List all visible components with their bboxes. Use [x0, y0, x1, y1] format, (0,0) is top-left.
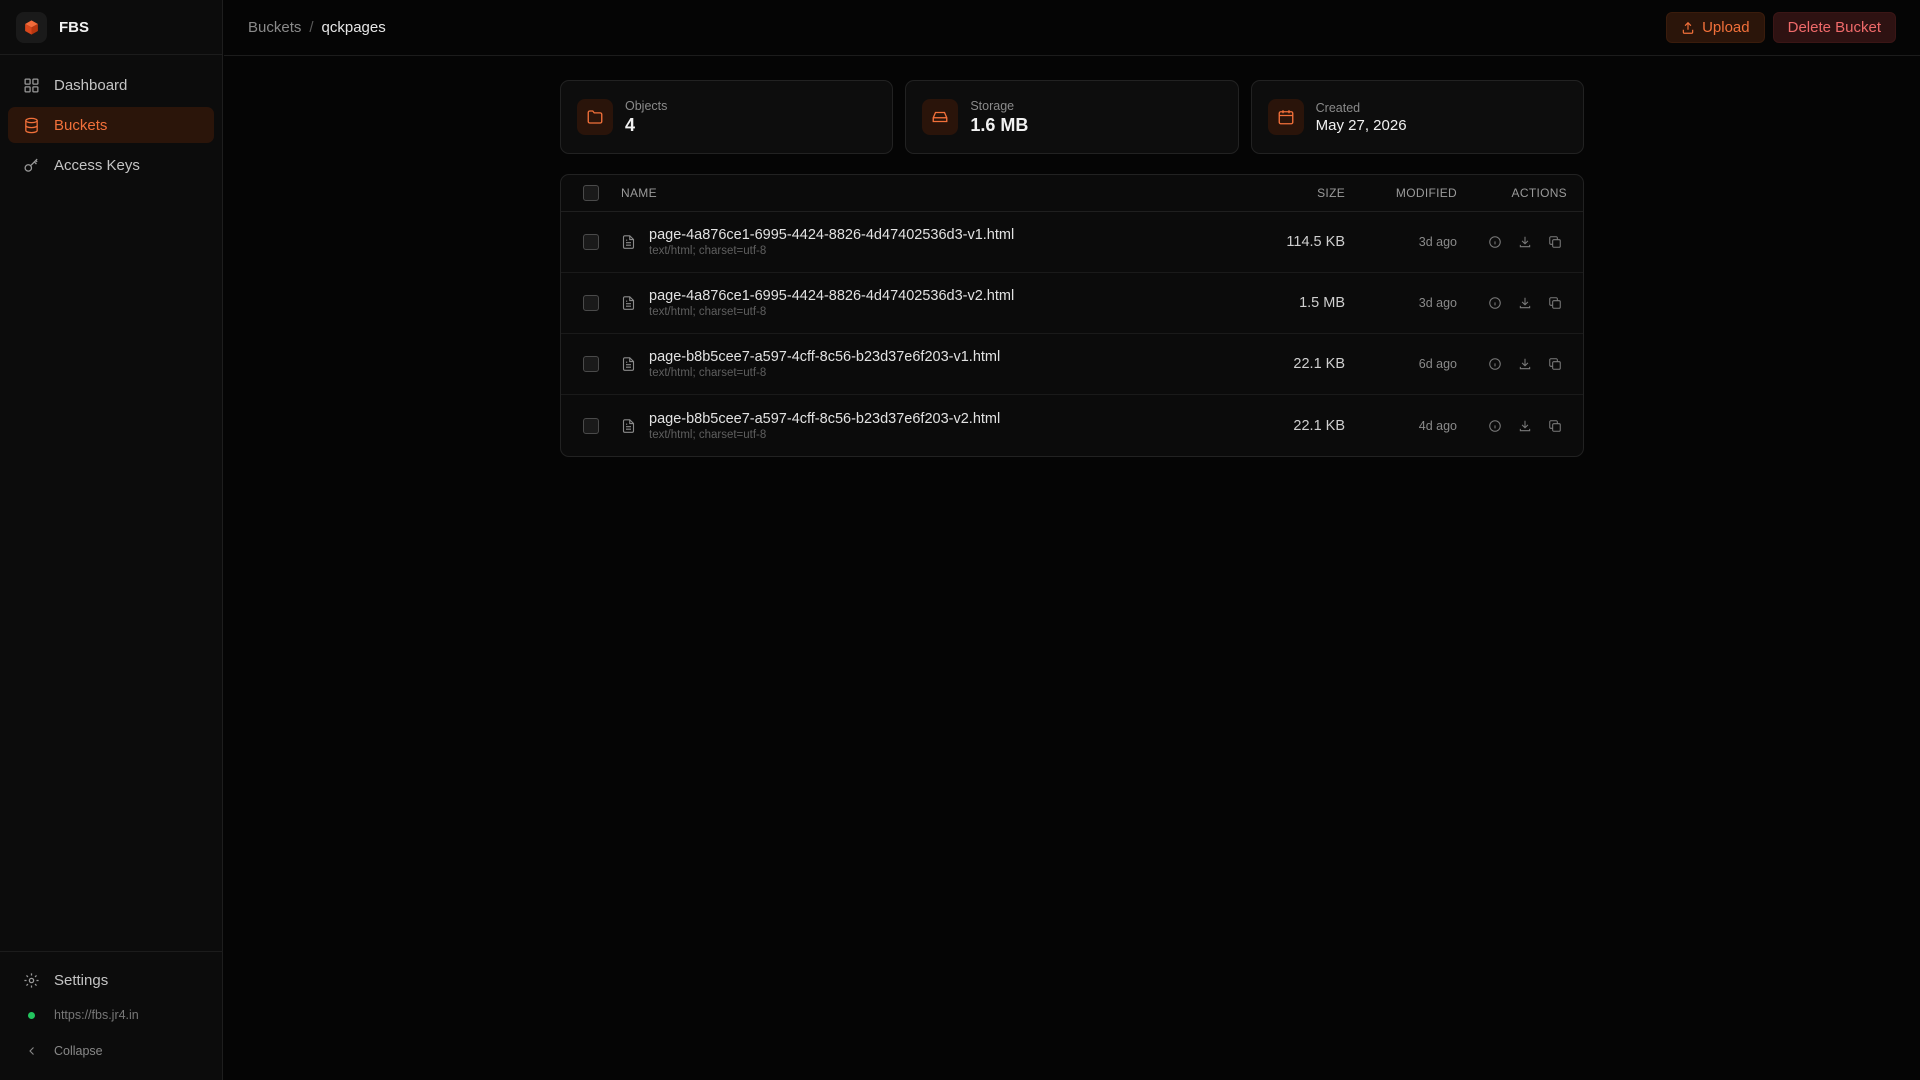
sidebar-item-label: Access Keys [54, 156, 140, 174]
copy-icon[interactable] [1546, 234, 1563, 251]
status-dot-icon [28, 1011, 35, 1019]
file-size: 22.1 KB [1293, 356, 1345, 372]
upload-button[interactable]: Upload [1666, 12, 1765, 43]
breadcrumb: Buckets / qckpages [248, 19, 1658, 36]
brand: FBS [0, 0, 222, 55]
server-url: https://fbs.jr4.in [54, 1008, 139, 1022]
sidebar-item-label: Dashboard [54, 76, 128, 94]
row-checkbox[interactable] [583, 417, 599, 434]
brand-name: FBS [59, 18, 89, 36]
collapse-label: Collapse [54, 1044, 103, 1058]
file-size: 22.1 KB [1293, 417, 1345, 434]
download-icon[interactable] [1516, 295, 1533, 312]
stat-storage: Storage 1.6 MB [905, 80, 1239, 154]
row-checkbox[interactable] [583, 234, 599, 250]
sidebar-item-access-keys[interactable]: Access Keys [8, 147, 214, 183]
file-type: text/html; charset=utf-8 [649, 428, 767, 441]
table-row[interactable]: page-b8b5cee7-a597-4cff-8c56-b23d37e6f20… [561, 395, 1583, 456]
file-modified: 3d ago [1418, 235, 1457, 249]
file-text-icon [621, 418, 636, 434]
info-icon[interactable] [1486, 295, 1503, 312]
delete-bucket-button[interactable]: Delete Bucket [1772, 12, 1896, 43]
column-modified[interactable]: MODIFIED [1345, 186, 1457, 200]
download-icon[interactable] [1516, 234, 1533, 251]
file-name[interactable]: page-4a876ce1-6995-4424-8826-4d47402536d… [649, 288, 1014, 304]
download-icon[interactable] [1516, 417, 1533, 434]
grid-icon [23, 77, 40, 94]
stat-objects: Objects 4 [560, 80, 894, 154]
table-row[interactable]: page-4a876ce1-6995-4424-8826-4d47402536d… [561, 273, 1583, 334]
table-row[interactable]: page-b8b5cee7-a597-4cff-8c56-b23d37e6f20… [561, 334, 1583, 395]
copy-icon[interactable] [1546, 356, 1563, 373]
stat-value: 1.6 MB [970, 114, 1029, 135]
top-bar: Buckets / qckpages Upload Delete Bucket [224, 0, 1920, 56]
file-modified: 3d ago [1418, 296, 1457, 310]
chevron-left-icon [23, 1045, 40, 1057]
file-size: 114.5 KB [1286, 234, 1345, 250]
file-name[interactable]: page-b8b5cee7-a597-4cff-8c56-b23d37e6f20… [649, 349, 1000, 365]
sidebar-nav: Dashboard Buckets Access Keys [0, 55, 222, 199]
bucket-stats: Objects 4 Storage 1.6 MB Created May 27,… [560, 80, 1584, 154]
file-type: text/html; charset=utf-8 [649, 306, 767, 318]
breadcrumb-current: qckpages [321, 19, 386, 36]
breadcrumb-separator: / [309, 19, 314, 36]
breadcrumb-buckets[interactable]: Buckets [248, 19, 301, 36]
table-row[interactable]: page-4a876ce1-6995-4424-8826-4d47402536d… [561, 212, 1583, 273]
stat-value: 4 [625, 114, 636, 135]
column-actions: ACTIONS [1511, 186, 1567, 200]
file-size: 1.5 MB [1299, 295, 1345, 311]
stat-label: Created [1315, 100, 1361, 115]
file-text-icon [621, 356, 636, 372]
upload-label: Upload [1702, 19, 1750, 36]
database-icon [23, 117, 40, 134]
info-icon[interactable] [1486, 417, 1503, 434]
gear-icon [23, 972, 40, 989]
info-icon[interactable] [1486, 234, 1503, 251]
key-icon [23, 157, 40, 174]
stat-value: May 27, 2026 [1315, 116, 1407, 134]
sidebar-footer: Settings https://fbs.jr4.in Collapse [0, 951, 223, 1080]
folder-icon [577, 99, 613, 135]
file-type: text/html; charset=utf-8 [649, 245, 767, 257]
server-status: https://fbs.jr4.in [8, 998, 215, 1032]
objects-table: NAME SIZE MODIFIED ACTIONS page-4a876ce1… [560, 174, 1584, 457]
row-checkbox[interactable] [583, 295, 599, 311]
calendar-icon [1267, 99, 1304, 135]
download-icon[interactable] [1516, 356, 1533, 373]
file-text-icon [621, 234, 636, 250]
file-type: text/html; charset=utf-8 [649, 367, 767, 379]
row-checkbox[interactable] [583, 356, 599, 372]
table-header: NAME SIZE MODIFIED ACTIONS [561, 175, 1583, 212]
file-text-icon [621, 295, 636, 311]
sidebar-item-buckets[interactable]: Buckets [8, 107, 214, 143]
sidebar: FBS Dashboard Buckets Access Keys Settin… [0, 0, 223, 1080]
settings-link[interactable]: Settings [8, 962, 215, 998]
stat-created: Created May 27, 2026 [1250, 80, 1584, 154]
file-modified: 4d ago [1418, 418, 1457, 433]
copy-icon[interactable] [1546, 417, 1563, 434]
collapse-button[interactable]: Collapse [8, 1032, 215, 1070]
sidebar-item-dashboard[interactable]: Dashboard [8, 67, 214, 103]
file-modified: 6d ago [1418, 357, 1457, 371]
stat-label: Objects [625, 98, 668, 113]
info-icon[interactable] [1486, 356, 1503, 373]
column-name[interactable]: NAME [621, 186, 1225, 200]
logo-cube-icon [16, 11, 47, 43]
copy-icon[interactable] [1546, 295, 1563, 312]
stat-label: Storage [970, 98, 1015, 113]
settings-label: Settings [54, 971, 109, 989]
select-all-checkbox[interactable] [583, 185, 599, 201]
sidebar-item-label: Buckets [54, 116, 108, 134]
column-size[interactable]: SIZE [1225, 186, 1345, 200]
delete-bucket-label: Delete Bucket [1787, 19, 1881, 36]
upload-icon [1682, 21, 1694, 34]
file-name[interactable]: page-b8b5cee7-a597-4cff-8c56-b23d37e6f20… [649, 411, 1000, 427]
file-name[interactable]: page-4a876ce1-6995-4424-8826-4d47402536d… [649, 227, 1014, 243]
hard-drive-icon [922, 99, 959, 135]
